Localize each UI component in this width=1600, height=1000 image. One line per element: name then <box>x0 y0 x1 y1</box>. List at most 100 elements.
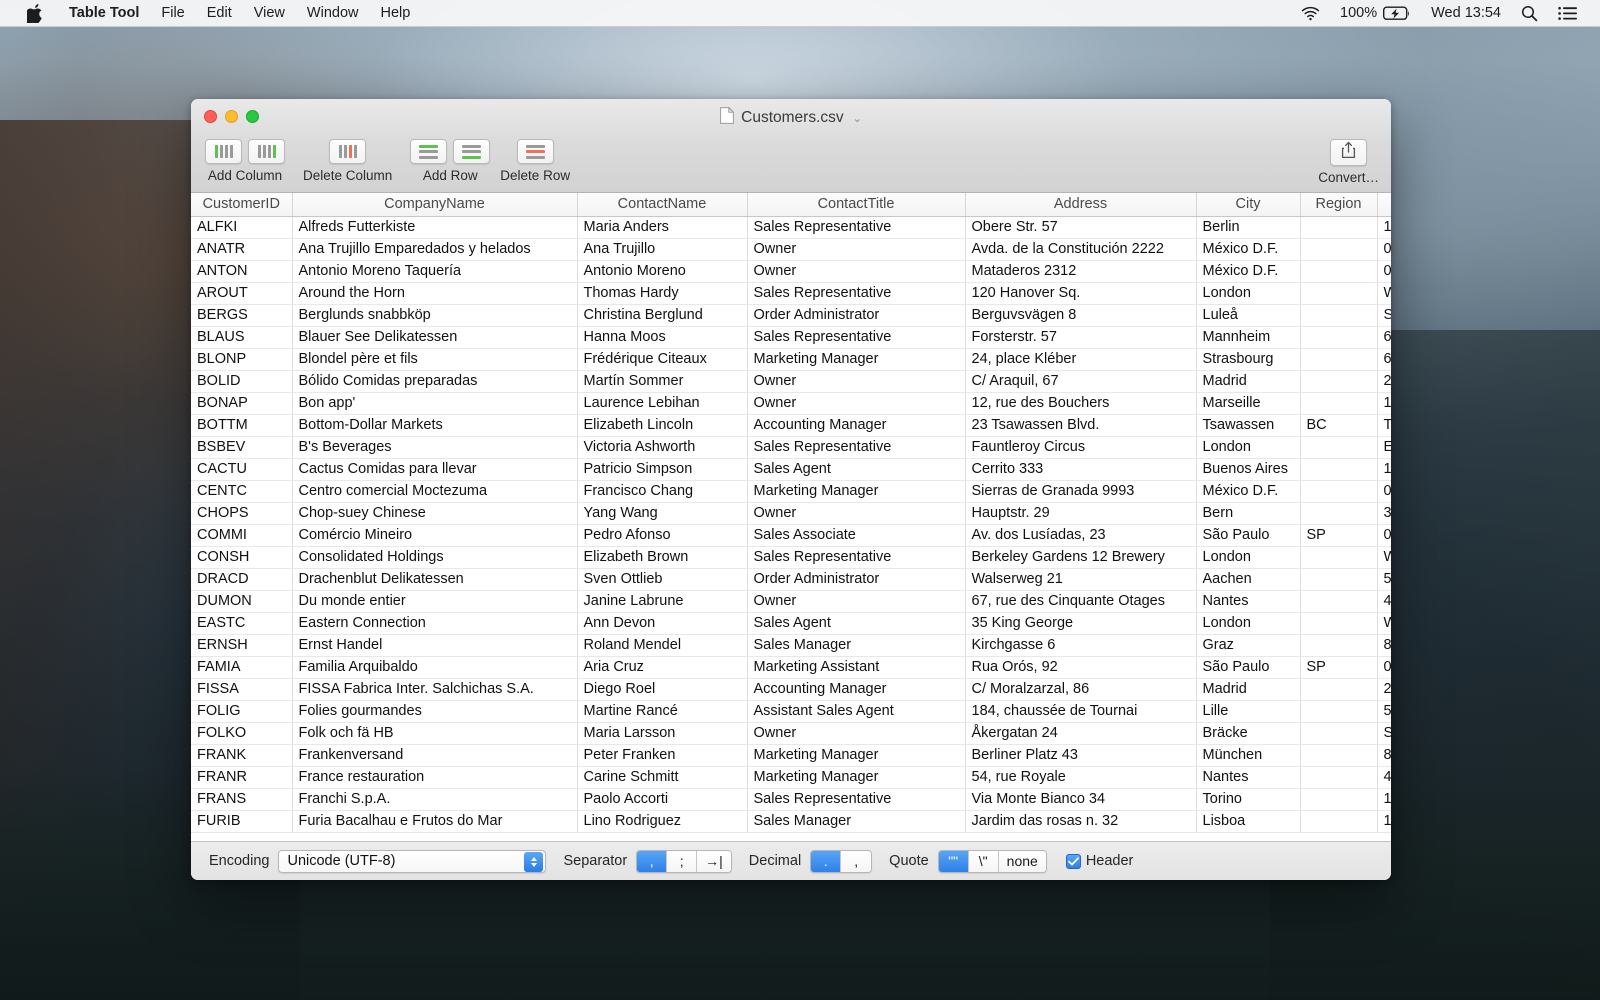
table-row[interactable]: BERGS Berglunds snabbköp Christina Berglun… <box>191 304 1391 327</box>
cell-contactname[interactable]: Francisco Chang <box>577 480 748 503</box>
column-header-postalcode[interactable]: PostalCode <box>1377 193 1391 217</box>
cell-customerid[interactable]: BERGS <box>191 304 293 327</box>
cell-address[interactable]: Obere Str. 57 <box>965 216 1197 239</box>
cell-postalcode[interactable]: 8010 <box>1377 634 1391 657</box>
cell-postalcode[interactable]: 44000 <box>1377 766 1391 789</box>
cell-contactname[interactable]: Maria Larsson <box>577 722 748 745</box>
cell-customerid[interactable]: FISSA <box>191 678 293 701</box>
table-row[interactable]: ERNSH Ernst Handel Roland Mendel Sales Mana… <box>191 634 1391 657</box>
cell-customerid[interactable]: CHOPS <box>191 502 293 525</box>
cell-address[interactable]: Cerrito 333 <box>965 458 1197 481</box>
table-row[interactable]: FRANR France restauration Carine Schmitt Ma… <box>191 766 1391 789</box>
table-row[interactable]: CENTC Centro comercial Moctezuma Francisco… <box>191 480 1391 503</box>
cell-address[interactable]: Berliner Platz 43 <box>965 744 1197 767</box>
cell-city[interactable]: Torino <box>1196 788 1301 811</box>
cell-companyname[interactable]: Blauer See Delikatessen <box>292 326 578 349</box>
cell-companyname[interactable]: B's Beverages <box>292 436 578 459</box>
add-row-above-button[interactable] <box>410 139 448 164</box>
cell-address[interactable]: 23 Tsawassen Blvd. <box>965 414 1197 437</box>
delete-column-button[interactable] <box>329 139 367 164</box>
cell-contacttitle[interactable]: Owner <box>747 260 966 283</box>
column-header-region[interactable]: Region <box>1300 193 1378 217</box>
cell-contactname[interactable]: Frédérique Citeaux <box>577 348 748 371</box>
cell-customerid[interactable]: ALFKI <box>191 216 293 239</box>
cell-city[interactable]: Bern <box>1196 502 1301 525</box>
table-row[interactable]: BONAP Bon app' Laurence Lebihan Owner 12, ru… <box>191 392 1391 415</box>
cell-postalcode[interactable]: 12209 <box>1377 216 1391 239</box>
cell-contacttitle[interactable]: Sales Representative <box>747 282 966 305</box>
cell-city[interactable]: Lisboa <box>1196 810 1301 833</box>
cell-contacttitle[interactable]: Marketing Assistant <box>747 656 966 679</box>
cell-customerid[interactable]: FAMIA <box>191 656 293 679</box>
table-row[interactable]: DRACD Drachenblut Delikatessen Sven Ottlie… <box>191 568 1391 591</box>
cell-contacttitle[interactable]: Owner <box>747 238 966 261</box>
table-row[interactable]: CONSH Consolidated Holdings Elizabeth Brow… <box>191 546 1391 569</box>
cell-city[interactable]: Aachen <box>1196 568 1301 591</box>
cell-region[interactable] <box>1300 546 1378 569</box>
cell-postalcode[interactable]: 80805 <box>1377 744 1391 767</box>
cell-companyname[interactable]: Furia Bacalhau e Frutos do Mar <box>292 810 578 833</box>
cell-contactname[interactable]: Peter Franken <box>577 744 748 767</box>
cell-customerid[interactable]: FRANS <box>191 788 293 811</box>
cell-city[interactable]: São Paulo <box>1196 656 1301 679</box>
cell-contacttitle[interactable]: Marketing Manager <box>747 744 966 767</box>
cell-city[interactable]: México D.F. <box>1196 260 1301 283</box>
cell-customerid[interactable]: BLONP <box>191 348 293 371</box>
cell-contactname[interactable]: Elizabeth Brown <box>577 546 748 569</box>
cell-customerid[interactable]: ANTON <box>191 260 293 283</box>
menu-item-file[interactable]: File <box>150 0 195 27</box>
cell-postalcode[interactable]: 3012 <box>1377 502 1391 525</box>
cell-companyname[interactable]: France restauration <box>292 766 578 789</box>
table-row[interactable]: DUMON Du monde entier Janine Labrune Owner 6… <box>191 590 1391 613</box>
cell-address[interactable]: Berkeley Gardens 12 Brewery <box>965 546 1197 569</box>
decimal-option-1[interactable]: , <box>841 850 872 872</box>
cell-contactname[interactable]: Thomas Hardy <box>577 282 748 305</box>
table-row[interactable]: BLAUS Blauer See Delikatessen Hanna Moos Sa… <box>191 326 1391 349</box>
cell-contactname[interactable]: Janine Labrune <box>577 590 748 613</box>
cell-postalcode[interactable]: 1010 <box>1377 458 1391 481</box>
maximize-button[interactable] <box>246 110 259 123</box>
separator-segmented-control[interactable]: ,; →| <box>636 849 732 873</box>
table-row[interactable]: FURIB Furia Bacalhau e Frutos do Mar Lino … <box>191 810 1391 833</box>
cell-customerid[interactable]: EASTC <box>191 612 293 635</box>
cell-contacttitle[interactable]: Owner <box>747 370 966 393</box>
cell-address[interactable]: Kirchgasse 6 <box>965 634 1197 657</box>
cell-contactname[interactable]: Aria Cruz <box>577 656 748 679</box>
cell-city[interactable]: Lille <box>1196 700 1301 723</box>
cell-contactname[interactable]: Roland Mendel <box>577 634 748 657</box>
table-row[interactable]: BOLID Bólido Comidas preparadas Martín Som… <box>191 370 1391 393</box>
header-checkbox[interactable] <box>1065 853 1081 869</box>
cell-postalcode[interactable]: 67000 <box>1377 348 1391 371</box>
table-row[interactable]: ANTON Antonio Moreno Taquería Antonio More… <box>191 260 1391 283</box>
document-title[interactable]: Customers.csv ⌄ <box>720 106 862 129</box>
cell-address[interactable]: Jardim das rosas n. 32 <box>965 810 1197 833</box>
cell-postalcode[interactable]: 44000 <box>1377 590 1391 613</box>
battery-charging-icon[interactable] <box>1381 6 1421 21</box>
table-row[interactable]: CACTU Cactus Comidas para llevar Patricio … <box>191 458 1391 481</box>
cell-city[interactable]: Marseille <box>1196 392 1301 415</box>
search-icon[interactable] <box>1511 5 1548 22</box>
cell-region[interactable] <box>1300 282 1378 305</box>
cell-postalcode[interactable]: 05023 <box>1377 260 1391 283</box>
cell-postalcode[interactable]: 05442-030 <box>1377 656 1391 679</box>
cell-contacttitle[interactable]: Sales Representative <box>747 216 966 239</box>
menu-clock[interactable]: Wed 13:54 <box>1421 0 1511 27</box>
table-row[interactable]: BLONP Blondel père et fils Frédérique Cite… <box>191 348 1391 371</box>
cell-address[interactable]: C/ Araquil, 67 <box>965 370 1197 393</box>
cell-contacttitle[interactable]: Owner <box>747 590 966 613</box>
cell-companyname[interactable]: Alfreds Futterkiste <box>292 216 578 239</box>
separator-option-1[interactable]: ; <box>667 850 698 872</box>
cell-city[interactable]: México D.F. <box>1196 238 1301 261</box>
cell-companyname[interactable]: Comércio Mineiro <box>292 524 578 547</box>
cell-contactname[interactable]: Ann Devon <box>577 612 748 635</box>
table-row[interactable]: COMMI Comércio Mineiro Pedro Afonso Sales A… <box>191 524 1391 547</box>
cell-customerid[interactable]: CONSH <box>191 546 293 569</box>
cell-region[interactable] <box>1300 480 1378 503</box>
cell-region[interactable]: BC <box>1300 414 1378 437</box>
cell-customerid[interactable]: COMMI <box>191 524 293 547</box>
cell-postalcode[interactable]: EC2 5NT <box>1377 436 1391 459</box>
cell-region[interactable] <box>1300 722 1378 745</box>
cell-address[interactable]: 54, rue Royale <box>965 766 1197 789</box>
table-row[interactable]: FAMIA Familia Arquibaldo Aria Cruz Marketin… <box>191 656 1391 679</box>
cell-contacttitle[interactable]: Sales Representative <box>747 436 966 459</box>
